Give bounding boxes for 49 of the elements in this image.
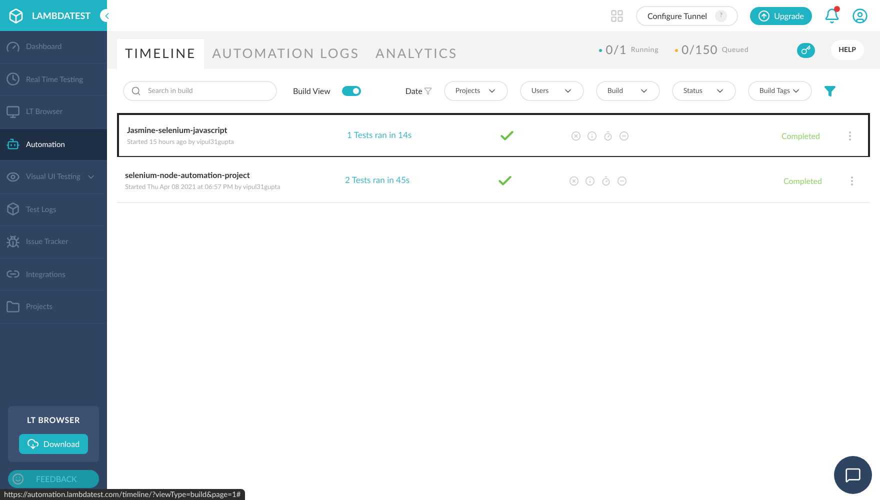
bug-icon	[6, 234, 20, 249]
stat-value: 0/150	[682, 41, 718, 59]
brand-name: LAMBDATEST	[32, 8, 91, 22]
grid-icon[interactable]	[610, 8, 624, 22]
tab[interactable]: ANALYTICS	[367, 39, 466, 69]
feedback-button[interactable]: FEEDBACK	[8, 470, 99, 488]
timer-icon	[601, 176, 611, 186]
user-icon[interactable]	[852, 8, 868, 24]
sort-icon	[424, 87, 432, 95]
status-text: Completed	[784, 174, 822, 186]
key-icon	[800, 45, 811, 55]
logo-icon	[8, 8, 24, 24]
info-icon	[587, 130, 597, 140]
folder-icon	[6, 300, 20, 314]
build-name[interactable]: Jasmine-selenium-javascript	[127, 124, 347, 136]
minus-icon	[617, 176, 627, 186]
build-name[interactable]: selenium-node-automation-project	[125, 168, 345, 181]
build-view-label: Build View	[293, 85, 330, 97]
cloud-download-icon	[27, 438, 40, 450]
minus-icon	[619, 130, 629, 140]
download-button[interactable]: Download	[19, 434, 88, 454]
robot-icon	[6, 137, 20, 152]
tab[interactable]: AUTOMATION LOGS	[204, 39, 368, 69]
info-icon	[585, 176, 595, 186]
chat-button[interactable]	[834, 456, 872, 494]
upgrade-button[interactable]: Upgrade	[750, 6, 812, 24]
arrow-up-icon	[758, 10, 770, 22]
stat-value: 0/1	[606, 41, 627, 59]
cancel-icon	[571, 130, 581, 140]
chat-icon	[845, 467, 861, 483]
cancel-icon	[569, 176, 579, 186]
key-button[interactable]	[796, 42, 815, 58]
clock-icon	[6, 72, 20, 86]
tests-summary[interactable]: 1 Tests ran in 14s	[347, 129, 487, 142]
eye-icon	[6, 170, 20, 184]
build-view-toggle[interactable]	[342, 86, 362, 96]
timer-icon	[603, 130, 613, 140]
monitor-icon	[6, 104, 20, 119]
tests-summary[interactable]: 2 Tests ran in 45s	[345, 174, 485, 187]
filter-icon[interactable]	[824, 85, 836, 97]
bell-icon[interactable]	[824, 8, 840, 24]
smiley-icon	[12, 473, 24, 485]
date-sort[interactable]: Date	[405, 85, 432, 97]
promo-title: LT BROWSER	[26, 414, 80, 426]
tab[interactable]: TIMELINE	[117, 39, 204, 69]
status-text: Completed	[782, 130, 820, 142]
cube-icon	[6, 202, 20, 216]
gauge-icon	[6, 40, 20, 54]
search-icon	[131, 86, 141, 96]
